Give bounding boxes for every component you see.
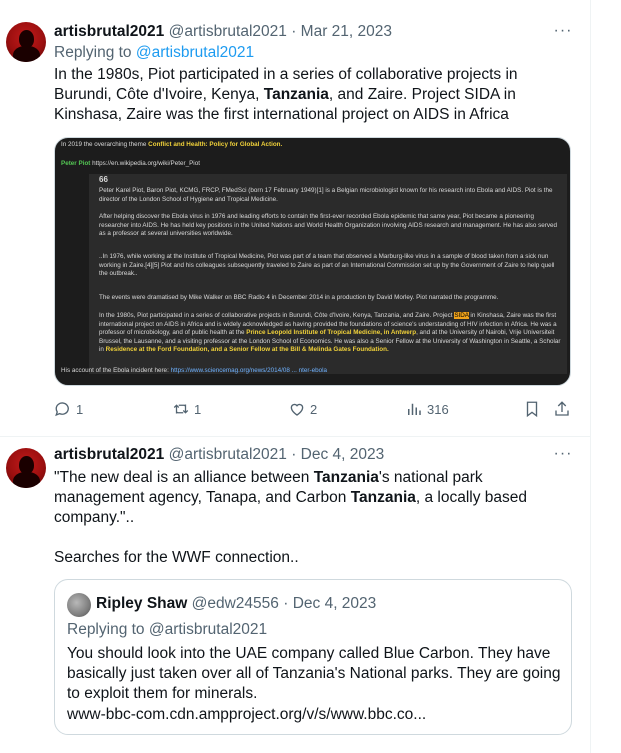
media-line-source: Peter Piot https://en.wikipedia.org/wiki… xyxy=(61,160,200,169)
avatar[interactable] xyxy=(67,593,91,617)
share-icon xyxy=(555,401,569,416)
tweet-text: In the 1980s, Piot participated in a ser… xyxy=(54,65,579,125)
separator: · xyxy=(291,446,297,463)
tweet-1[interactable]: artisbrutal2021 @artisbrutal2021 · Mar 2… xyxy=(0,0,591,437)
tweet-text-bold: Tanzania xyxy=(313,469,379,486)
retweet-count: 1 xyxy=(194,401,202,417)
quoted-text: You should look into the UAE company cal… xyxy=(67,645,561,702)
media-yellow: Residence at the Ford Foundation, and a … xyxy=(105,346,389,354)
quoted-header: Ripley Shaw @edw24556 · Dec 4, 2023 xyxy=(96,595,376,613)
author-name[interactable]: artisbrutal2021 xyxy=(54,23,164,40)
tweet-text-line: company.".. xyxy=(54,509,135,526)
quoted-link[interactable]: www-bbc-com.cdn.ampproject.org/v/s/www.b… xyxy=(67,706,426,724)
timeline: artisbrutal2021 @artisbrutal2021 · Mar 2… xyxy=(0,0,591,753)
media-highlight: SIDA xyxy=(454,312,469,319)
media-theme: Conflict and Health: Policy for Global A… xyxy=(148,141,283,148)
media-paragraph: In the 1980s, Piot participated in a ser… xyxy=(99,312,561,355)
tweet-text-part: management agency, Tanapa, and Carbon xyxy=(54,489,351,506)
quoted-date: Dec 4, 2023 xyxy=(292,595,377,612)
tweet-text-part: "The new deal is an alliance between xyxy=(54,469,314,486)
tweet-text-line: management agency, Tanapa, and Carbon Ta… xyxy=(54,488,579,508)
quote-mark-icon: 66 xyxy=(99,175,108,184)
like-icon xyxy=(290,403,304,416)
replying-handle-link[interactable]: @artisbrutal2021 xyxy=(136,44,254,61)
separator: · xyxy=(283,595,289,612)
author-handle[interactable]: @artisbrutal2021 xyxy=(169,23,287,40)
retweet-icon xyxy=(173,404,189,414)
views-count: 316 xyxy=(427,401,449,417)
quoted-author-handle: @edw24556 xyxy=(191,595,279,612)
author-name[interactable]: artisbrutal2021 xyxy=(54,446,164,463)
like-button[interactable]: 2 xyxy=(288,399,317,419)
tweet-actions: 1 1 2 316 xyxy=(54,399,579,419)
quoted-author-name: Ripley Shaw xyxy=(96,595,188,612)
replying-to: Replying to @artisbrutal2021 xyxy=(54,44,254,62)
tweet-media-image[interactable]: In 2019 the overarching theme Conflict a… xyxy=(54,137,571,386)
tweet-date[interactable]: Dec 4, 2023 xyxy=(301,446,385,463)
media-paragraph: Peter Karel Piot, Baron Piot, KCMG, FRCP… xyxy=(99,187,553,203)
retweet-button[interactable]: 1 xyxy=(172,399,201,419)
media-url: https://en.wikipedia.org/wiki/Peter_Piot xyxy=(92,160,200,167)
tweet-text: "The new deal is an alliance between Tan… xyxy=(54,468,579,568)
share-button[interactable] xyxy=(553,399,571,419)
bookmark-button[interactable] xyxy=(523,399,541,419)
reply-button[interactable]: 1 xyxy=(54,399,83,419)
media-footer: His account of the Ebola incident here: … xyxy=(61,367,327,376)
tweet-text-part: 's national park xyxy=(378,469,483,486)
tweet-text-line: "The new deal is an alliance between Tan… xyxy=(54,468,579,488)
tweet-text-bold: Tanzania xyxy=(350,489,416,506)
media-paragraph: After helping discover the Ebola virus i… xyxy=(99,213,558,238)
reply-count: 1 xyxy=(76,401,84,417)
media-line-theme: In 2019 the overarching theme Conflict a… xyxy=(61,141,282,150)
media-footer-url: https://www.sciencemag.org/news/2014/08 … xyxy=(170,367,328,374)
tweet-date[interactable]: Mar 21, 2023 xyxy=(301,23,392,40)
quoted-tweet[interactable]: Ripley Shaw @edw24556 · Dec 4, 2023 Repl… xyxy=(54,579,572,735)
more-icon[interactable]: ··· xyxy=(553,446,573,467)
avatar[interactable] xyxy=(6,22,46,62)
media-paragraph: The events were dramatised by Mike Walke… xyxy=(99,294,499,301)
media-text: His account of the Ebola incident here: xyxy=(61,367,171,374)
separator: · xyxy=(291,23,297,40)
media-text: In 2019 the overarching theme xyxy=(61,141,149,148)
tweet-header: artisbrutal2021 @artisbrutal2021 · Mar 2… xyxy=(54,23,392,41)
more-icon[interactable]: ··· xyxy=(553,23,573,44)
media-text: In the 1980s, Piot participated in a ser… xyxy=(99,312,455,319)
replying-label: Replying to xyxy=(54,44,132,61)
media-name: Peter Piot xyxy=(61,160,91,167)
views-icon xyxy=(408,403,421,415)
reply-icon xyxy=(55,402,69,417)
tweet-text-line: Searches for the WWF connection.. xyxy=(54,549,299,566)
right-panel xyxy=(592,0,621,753)
media-paragraph: ..In 1976, while working at the Institut… xyxy=(99,253,555,278)
author-handle[interactable]: @artisbrutal2021 xyxy=(169,446,287,463)
quoted-replying-to: Replying to @artisbrutal2021 xyxy=(67,621,268,638)
tweet-header: artisbrutal2021 @artisbrutal2021 · Dec 4… xyxy=(54,446,384,464)
like-count: 2 xyxy=(310,401,318,417)
avatar[interactable] xyxy=(6,448,46,488)
media-yellow: Prince Leopold Institute of Tropical Med… xyxy=(246,329,417,337)
tweet-text-bold: Tanzania xyxy=(263,86,329,103)
tweet-text-part: , a locally based xyxy=(415,489,528,506)
bookmark-icon xyxy=(526,401,538,418)
views-button[interactable]: 316 xyxy=(405,399,449,419)
